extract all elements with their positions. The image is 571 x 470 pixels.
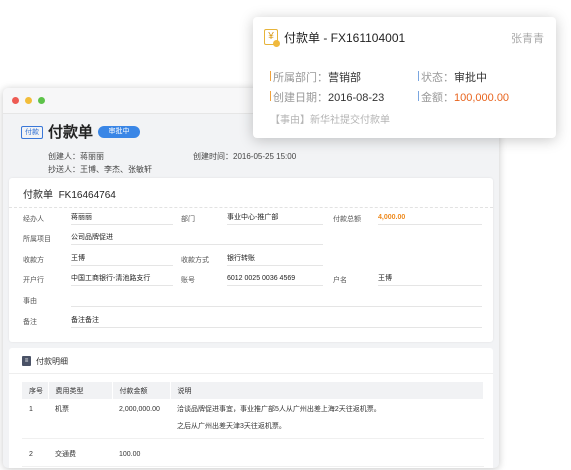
cc-value: 王博、李杰、张敏轩 (80, 165, 152, 174)
method-field[interactable]: 银行转账 (227, 254, 323, 266)
reason-label: 事由 (23, 298, 37, 305)
payee-label: 收款方 (23, 257, 44, 264)
popup-date-value: 2016-08-23 (328, 92, 385, 104)
popup-amount: 金额：100,000.00 (421, 89, 509, 105)
label-marker (270, 91, 271, 101)
cc-meta: 抄送人：王博、李杰、张敏轩 (48, 164, 152, 175)
label-marker (270, 71, 271, 81)
column-header-amount[interactable]: 付款金额 (112, 382, 171, 399)
form-title-text: 付款单 (23, 190, 53, 201)
popup-department: 所属部门：营销部 (273, 69, 361, 85)
table-header-row: 序号 费用类型 付款金额 说明 (22, 382, 484, 399)
account-label: 账号 (181, 277, 195, 284)
created-time-value: 2016-05-25 15:00 (233, 152, 297, 161)
total-label: 付款总额 (333, 216, 361, 223)
payment-form-card: 付款单 FK16464764 经办人 蒋丽丽 部门 事业中心-推广部 付款总额 … (9, 178, 493, 342)
table-row[interactable]: 2 交通费 100.00 (22, 438, 484, 467)
popup-user: 张青青 (511, 33, 544, 45)
yen-document-icon: ¥ (264, 29, 280, 47)
reason-field[interactable] (71, 295, 482, 307)
popup-amount-value: 100,000.00 (454, 92, 510, 104)
row-description (170, 438, 484, 467)
project-field[interactable]: 公司品牌促进 (71, 233, 323, 245)
minimize-window-button[interactable] (25, 97, 32, 104)
row-type: 交通费 (48, 438, 112, 467)
row-description-line: 洽谈品牌促进事宜，事业推广部5人从广州出差上海2天往返机票。 (177, 406, 381, 413)
close-window-button[interactable] (12, 97, 19, 104)
row-amount: 100.00 (112, 438, 170, 467)
detail-title: 付款明细 (36, 357, 68, 366)
clipboard-icon: ≡ (22, 356, 31, 366)
handler-label: 经办人 (23, 216, 44, 223)
table-row[interactable]: 1 机票 2,000,000.00 洽谈品牌促进事宜，事业推广部5人从广州出差上… (22, 399, 484, 439)
payment-summary-popup[interactable]: ¥ 付款单 - FX161104001 张青青 所属部门：营销部 状态：审批中 … (253, 17, 556, 138)
page-title: 付款单 (48, 124, 94, 141)
popup-date: 创建日期：2016-08-23 (273, 89, 384, 105)
maximize-window-button[interactable] (38, 97, 45, 104)
popup-amount-label: 金额： (421, 92, 454, 104)
column-header-description[interactable]: 说明 (170, 382, 484, 399)
bank-label: 开户行 (23, 277, 44, 284)
method-label: 收款方式 (181, 257, 209, 264)
remark-label: 备注 (23, 319, 37, 326)
popup-department-value: 营销部 (328, 72, 361, 84)
popup-status-label: 状态： (421, 72, 454, 84)
creator-meta: 创建人：蒋丽丽 (48, 151, 104, 162)
account-field[interactable]: 6012 0025 0036 4569 (227, 274, 323, 286)
detail-header: ≡ 付款明细 (9, 348, 493, 374)
row-description-line: 之后从广州出差天津3天往返机票。 (177, 423, 286, 430)
creator-label: 创建人： (48, 152, 80, 161)
popup-title: 付款单 - FX161104001 (284, 31, 406, 45)
handler-field[interactable]: 蒋丽丽 (71, 213, 173, 225)
document-type-badge: 付款 (21, 126, 43, 139)
row-no: 2 (22, 438, 48, 467)
status-badge: 审批中 (98, 126, 140, 138)
popup-reason: 【事由】新华社提交付款单 (270, 115, 390, 126)
form-title: 付款单 FK16464764 (23, 186, 116, 201)
total-field[interactable]: 4,000.00 (378, 213, 482, 225)
row-no: 1 (22, 399, 48, 439)
payment-detail-table: 序号 费用类型 付款金额 说明 1 机票 2,000,000.00 洽谈品牌促进… (22, 382, 484, 467)
row-description: 洽谈品牌促进事宜，事业推广部5人从广州出差上海2天往返机票。 之后从广州出差天津… (170, 399, 484, 439)
remark-field[interactable]: 备注备注 (71, 316, 482, 328)
payment-detail-section: ≡ 付款明细 序号 费用类型 付款金额 说明 1 机票 2,000,000.00… (9, 348, 493, 468)
popup-department-label: 所属部门： (273, 72, 328, 84)
column-header-no[interactable]: 序号 (22, 382, 49, 399)
created-time-meta: 创建时间：2016-05-25 15:00 (193, 151, 296, 162)
created-time-label: 创建时间： (193, 152, 233, 161)
column-header-type[interactable]: 费用类型 (48, 382, 113, 399)
department-field[interactable]: 事业中心-推广部 (227, 213, 323, 225)
form-number: FK16464764 (58, 190, 116, 201)
row-type: 机票 (48, 399, 112, 439)
project-label: 所属项目 (23, 236, 51, 243)
label-marker (418, 91, 419, 101)
popup-status: 状态：审批中 (421, 69, 487, 85)
cc-label: 抄送人： (48, 165, 80, 174)
bank-field[interactable]: 中国工商银行-清池路支行 (71, 274, 173, 286)
payment-window: 付款 付款单 审批中 创建人：蒋丽丽 创建时间：2016-05-25 15:00… (3, 88, 499, 468)
label-marker (418, 71, 419, 81)
account-name-field[interactable]: 王博 (378, 274, 482, 286)
divider (9, 207, 493, 208)
account-name-label: 户名 (333, 277, 347, 284)
payee-field[interactable]: 王博 (71, 254, 173, 266)
creator-value: 蒋丽丽 (80, 152, 104, 161)
popup-date-label: 创建日期： (273, 92, 328, 104)
popup-status-value: 审批中 (454, 72, 487, 84)
department-label: 部门 (181, 216, 195, 223)
row-amount: 2,000,000.00 (112, 399, 170, 439)
